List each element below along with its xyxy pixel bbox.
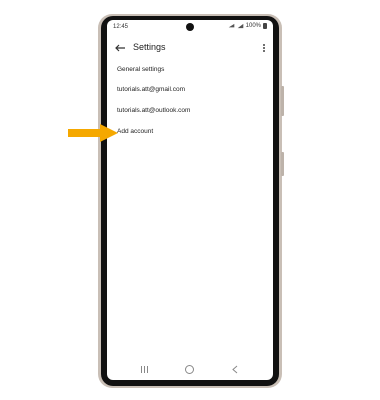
home-icon[interactable] [185,365,194,374]
phone-screen: 12:45 100% Settings General settings tut… [107,20,273,380]
status-time: 12:45 [113,24,129,30]
recents-icon[interactable] [141,366,148,373]
general-settings-item[interactable]: General settings [117,66,164,73]
more-vert-icon[interactable] [261,41,267,55]
signal-icon [237,23,243,29]
battery-percent: 100% [245,23,261,29]
front-camera [186,23,194,31]
account-gmail-item[interactable]: tutorials.att@gmail.com [117,86,185,93]
arrow-back-icon[interactable] [113,41,127,55]
account-outlook-item[interactable]: tutorials.att@outlook.com [117,107,190,114]
app-bar: Settings [107,38,273,58]
volume-button [281,152,284,176]
add-account-item[interactable]: Add account [117,128,153,135]
power-button [281,86,284,116]
navigation-bar [107,360,273,380]
pointer-arrow-icon [68,124,118,142]
wifi-icon [228,23,234,28]
battery-icon [263,23,267,29]
page-title: Settings [133,42,166,52]
status-icons: 100% [228,23,267,29]
back-icon[interactable] [231,365,239,374]
